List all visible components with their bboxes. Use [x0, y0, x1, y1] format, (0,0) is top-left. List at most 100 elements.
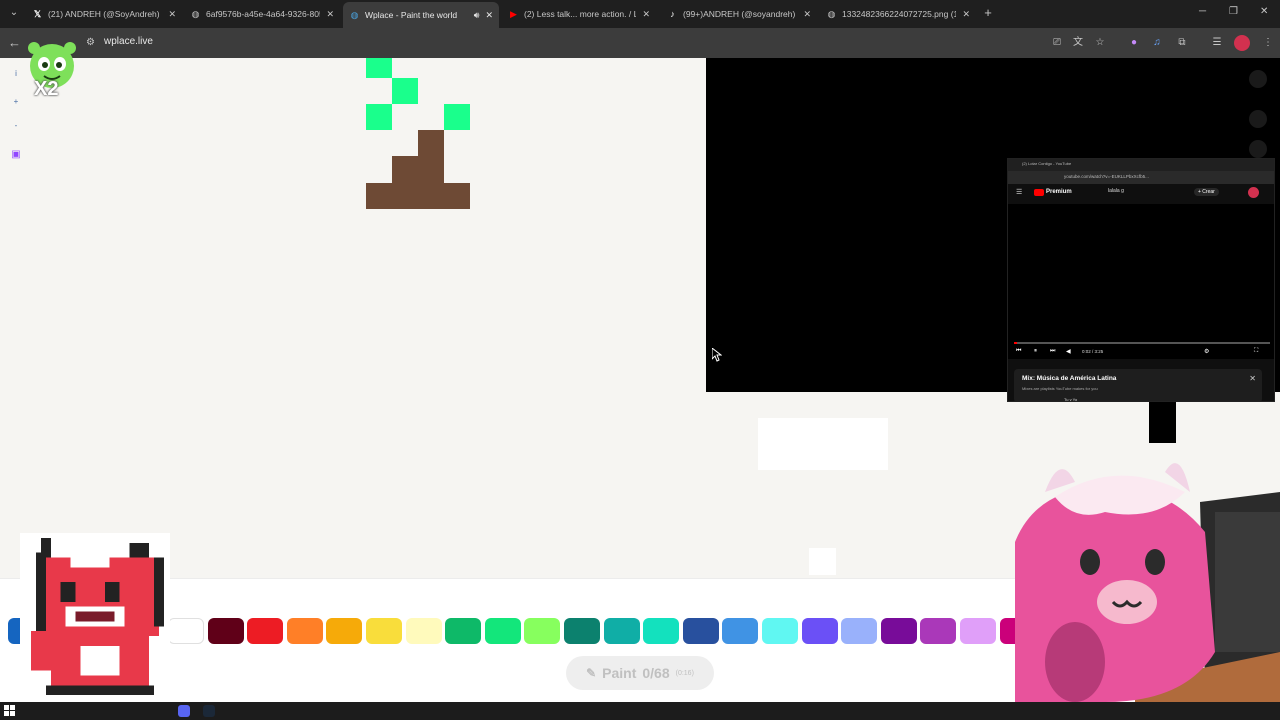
paint-count: 0/68	[642, 665, 670, 681]
tab-x-profile[interactable]: 𝕏 (21) ANDREH (@SoyAndreh) / X ✕	[26, 4, 182, 24]
color-swatch[interactable]	[326, 618, 363, 644]
browser-tab-strip: ⌄ 𝕏 (21) ANDREH (@SoyAndreh) / X ✕ ◍ 6af…	[0, 0, 1280, 28]
translate-icon[interactable]: 文	[1071, 36, 1085, 50]
color-swatch[interactable]	[722, 618, 759, 644]
windows-start-icon[interactable]	[4, 705, 16, 717]
color-swatch[interactable]	[960, 618, 996, 644]
brush-icon: ✎	[586, 666, 597, 680]
install-app-icon[interactable]: ⎚	[1050, 36, 1064, 50]
tab-png[interactable]: ◍ 1332482366224072725.png (11 ✕	[820, 4, 976, 24]
extension-purple-icon[interactable]: ●	[1127, 36, 1141, 50]
tiktok-icon: ♪	[670, 8, 675, 19]
close-icon: ✕	[1249, 374, 1256, 383]
windows-taskbar	[0, 702, 1280, 720]
mini-search-text: lalala g	[1108, 188, 1124, 194]
color-swatch[interactable]	[841, 618, 878, 644]
globe-icon: ◍	[827, 8, 836, 19]
twitch-icon[interactable]: ▣	[8, 147, 24, 163]
tab-close-icon[interactable]: ✕	[962, 9, 970, 20]
minimize-icon[interactable]: ─	[1199, 6, 1206, 17]
account-icon[interactable]	[1249, 70, 1267, 88]
pause-icon: ⏸	[1034, 348, 1038, 354]
tab-title: 6af9576b-a45e-4a64-9326-805	[206, 9, 321, 19]
color-swatch[interactable]	[682, 618, 719, 644]
color-swatch[interactable]	[445, 618, 482, 644]
wplace-globe-icon: ◍	[350, 9, 359, 20]
tab-wplace[interactable]: ◍ Wplace - Paint the world 🔊︎ ✕	[343, 2, 499, 28]
tab-close-icon[interactable]: ✕	[326, 9, 334, 20]
canvas-pixel-brown	[392, 156, 444, 183]
color-swatch[interactable]	[405, 618, 442, 644]
tab-youtube[interactable]: ▶ (2) Less talk... more action. / Lo ✕	[502, 4, 656, 24]
color-swatch[interactable]	[603, 618, 640, 644]
color-swatch[interactable]	[643, 618, 680, 644]
mini-youtube-window: (2) Lotar Contigo - YouTube youtube.com/…	[1007, 158, 1275, 402]
selected-color-swatch[interactable]	[8, 618, 20, 644]
color-swatch[interactable]	[762, 618, 798, 644]
tab-close-icon[interactable]: ✕	[642, 9, 650, 20]
tab-title: 1332482366224072725.png (11	[842, 9, 957, 19]
tab-title: Wplace - Paint the world	[365, 10, 458, 20]
hamburger-icon: ☰	[1016, 189, 1023, 196]
steam-icon[interactable]	[203, 705, 215, 717]
next-icon: ⏭	[1050, 348, 1056, 354]
settings-gear-icon: ⚙	[1204, 349, 1210, 355]
canvas-pixel-green	[392, 78, 418, 104]
leaderboard-icon[interactable]	[1249, 140, 1267, 158]
address-bar[interactable]: wplace.live	[104, 36, 153, 47]
pixel-sprite-overlay	[20, 533, 170, 700]
mini-mix-card: Mix: Música de América Latina Mixes are …	[1014, 369, 1262, 401]
tab-close-icon[interactable]: ✕	[485, 10, 493, 21]
youtube-brand: Premium	[1046, 189, 1072, 195]
color-swatch[interactable]	[484, 618, 521, 644]
tab-close-icon[interactable]: ✕	[168, 9, 176, 20]
menu-dots-icon[interactable]: ⋮	[1261, 36, 1275, 50]
mini-create-button: + Crear	[1194, 188, 1219, 196]
mini-url: youtube.com/watch?v=-EUKLLPbxXcfb5...	[1064, 174, 1149, 179]
tab-search-chevron-icon[interactable]: ⌄	[6, 5, 22, 21]
canvas-pixel-green	[444, 104, 470, 130]
mini-avatar	[1248, 187, 1259, 198]
browser-toolbar: ← ⚙ wplace.live ⎚ 文 ☆ ● ♫ ⧉ ☰ ⋮	[0, 28, 1280, 58]
color-swatch[interactable]	[247, 618, 284, 644]
paint-label: Paint	[602, 665, 637, 681]
extensions-puzzle-icon[interactable]: ⧉	[1175, 36, 1189, 50]
color-swatch[interactable]	[920, 618, 957, 644]
tab-title: (99+)ANDREH (@soyandreh) |	[683, 9, 798, 19]
restore-icon[interactable]: ❐	[1229, 6, 1238, 17]
reading-list-icon[interactable]: ☰	[1210, 36, 1224, 50]
close-window-icon[interactable]: ✕	[1260, 6, 1268, 17]
tab-close-icon[interactable]: ✕	[803, 9, 811, 20]
color-swatch[interactable]	[880, 618, 917, 644]
color-swatch[interactable]	[207, 618, 244, 644]
color-swatch[interactable]	[366, 618, 402, 644]
tab-title: (2) Less talk... more action. / Lo	[524, 9, 637, 19]
vtuber-character-overlay	[1015, 463, 1280, 702]
bookmark-star-icon[interactable]: ☆	[1093, 36, 1107, 50]
color-swatch[interactable]	[286, 618, 323, 644]
multiplier-badge: X2	[34, 78, 59, 100]
paint-timer: (0:16)	[675, 669, 694, 677]
tab-uuid[interactable]: ◍ 6af9576b-a45e-4a64-9326-805 ✕	[184, 4, 340, 24]
speaker-icon[interactable]: 🔊︎	[474, 10, 480, 21]
color-swatch[interactable]	[564, 618, 600, 644]
color-swatch[interactable]	[801, 618, 838, 644]
mix-subtitle: Mixes are playlists YouTube makes for yo…	[1022, 386, 1098, 391]
zoom-out-button[interactable]: -	[8, 118, 24, 134]
overlay-white-block	[758, 418, 888, 470]
color-swatch[interactable]	[524, 618, 561, 644]
profile-avatar[interactable]	[1234, 35, 1250, 51]
youtube-icon: ▶	[510, 8, 517, 19]
tab-tiktok[interactable]: ♪ (99+)ANDREH (@soyandreh) | ✕	[661, 4, 817, 24]
color-swatch[interactable]	[168, 618, 204, 644]
store-icon[interactable]	[1249, 110, 1267, 128]
paint-button[interactable]: ✎ Paint 0/68 (0:16)	[566, 656, 714, 690]
x-logo-icon: 𝕏	[33, 8, 42, 19]
extension-audio-icon[interactable]: ♫	[1150, 36, 1164, 50]
new-tab-plus-icon[interactable]: +	[980, 5, 996, 21]
discord-icon[interactable]	[178, 705, 190, 717]
canvas-pixel-green	[366, 104, 392, 130]
site-info-icon[interactable]: ⚙	[86, 37, 95, 48]
tab-title: (21) ANDREH (@SoyAndreh) / X	[48, 9, 163, 19]
volume-icon: ◀	[1066, 349, 1071, 355]
